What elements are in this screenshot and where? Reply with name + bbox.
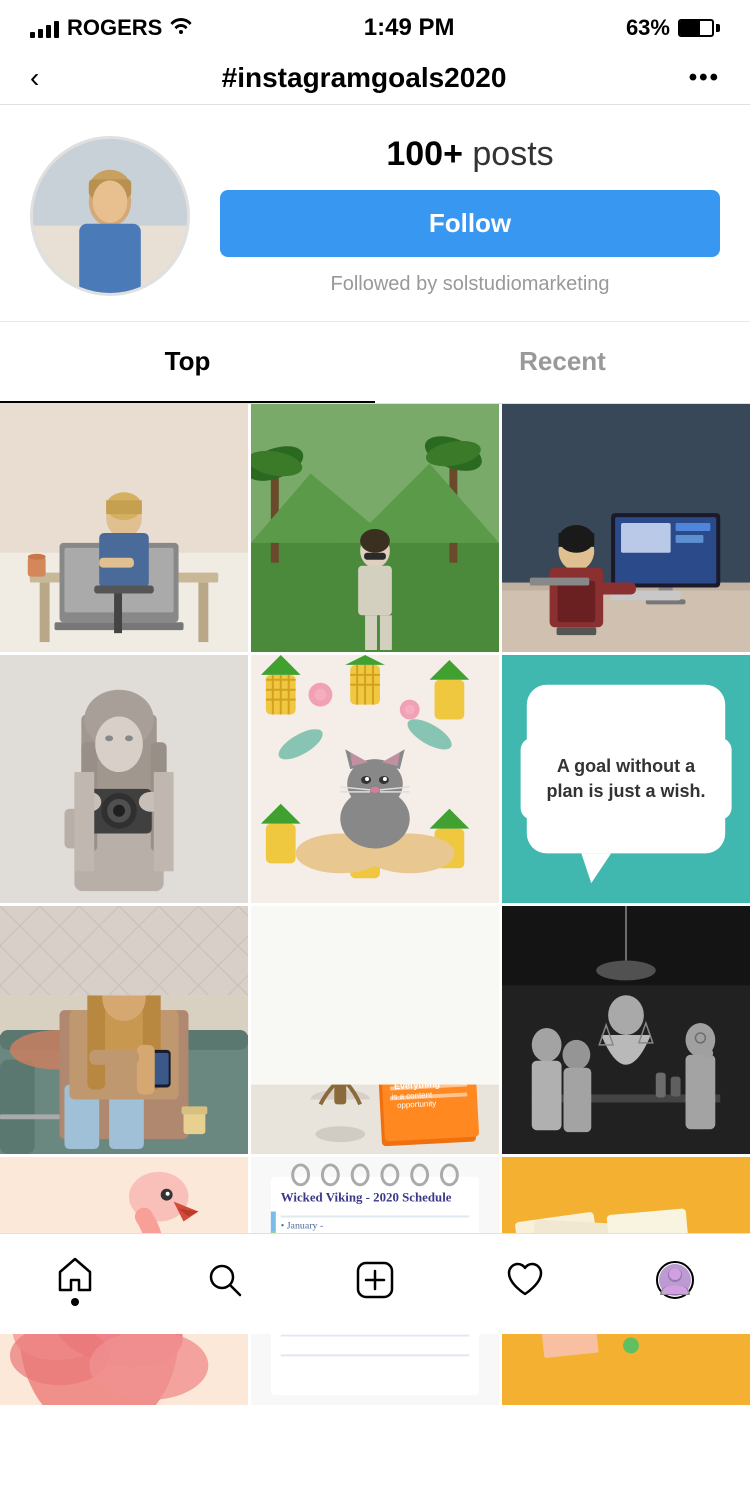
signal-icon bbox=[30, 18, 59, 38]
grid-cell-3[interactable] bbox=[502, 404, 750, 652]
grid-cell-8[interactable]: Everything is a content opportunity bbox=[251, 906, 499, 1154]
tabs: Top Recent bbox=[0, 322, 750, 404]
profile-info: 100+ posts Follow Followed by solstudiom… bbox=[220, 135, 720, 296]
svg-text:• January -: • January - bbox=[281, 1220, 324, 1231]
grid-cell-5[interactable] bbox=[251, 655, 499, 903]
more-button[interactable]: ••• bbox=[689, 64, 720, 92]
grid-cell-4[interactable] bbox=[0, 655, 248, 903]
wifi-icon bbox=[170, 16, 192, 40]
follow-button[interactable]: Follow bbox=[220, 190, 720, 257]
search-icon bbox=[205, 1260, 245, 1300]
bottom-nav bbox=[0, 1233, 750, 1334]
tab-recent[interactable]: Recent bbox=[375, 322, 750, 403]
navbar: ‹ #instagramgoals2020 ••• bbox=[0, 52, 750, 105]
page-title: #instagramgoals2020 bbox=[222, 62, 507, 94]
status-bar: ROGERS 1:49 PM 63% bbox=[0, 0, 750, 52]
nav-search[interactable] bbox=[185, 1256, 265, 1304]
grid-cell-9[interactable] bbox=[502, 906, 750, 1154]
back-button[interactable]: ‹ bbox=[30, 62, 39, 94]
tab-top[interactable]: Top bbox=[0, 322, 375, 403]
add-icon bbox=[355, 1260, 395, 1300]
status-time: 1:49 PM bbox=[364, 14, 455, 42]
battery-icon bbox=[678, 19, 720, 37]
grid-cell-7[interactable] bbox=[0, 906, 248, 1154]
followed-by-text: Followed by solstudiomarketing bbox=[330, 273, 609, 296]
nav-add[interactable] bbox=[335, 1256, 415, 1304]
quote-text: A goal without a plan is just a wish. bbox=[521, 738, 732, 820]
grid-cell-1[interactable] bbox=[0, 404, 248, 652]
home-active-dot bbox=[71, 1298, 79, 1306]
heart-icon bbox=[505, 1260, 545, 1300]
svg-text:Wicked Viking - 2020 Schedule: Wicked Viking - 2020 Schedule bbox=[281, 1191, 452, 1205]
carrier-label: ROGERS bbox=[67, 15, 162, 41]
grid-cell-6[interactable]: A goal without a plan is just a wish. bbox=[502, 655, 750, 903]
battery-percent: 63% bbox=[626, 15, 670, 41]
home-icon bbox=[55, 1254, 95, 1294]
nav-likes[interactable] bbox=[485, 1256, 565, 1304]
nav-profile[interactable] bbox=[635, 1256, 715, 1304]
posts-count: 100+ posts bbox=[386, 135, 553, 174]
nav-home[interactable] bbox=[35, 1250, 115, 1310]
profile-section: 100+ posts Follow Followed by solstudiom… bbox=[0, 105, 750, 322]
profile-icon bbox=[655, 1260, 695, 1300]
avatar bbox=[30, 136, 190, 296]
grid-cell-2[interactable] bbox=[251, 404, 499, 652]
